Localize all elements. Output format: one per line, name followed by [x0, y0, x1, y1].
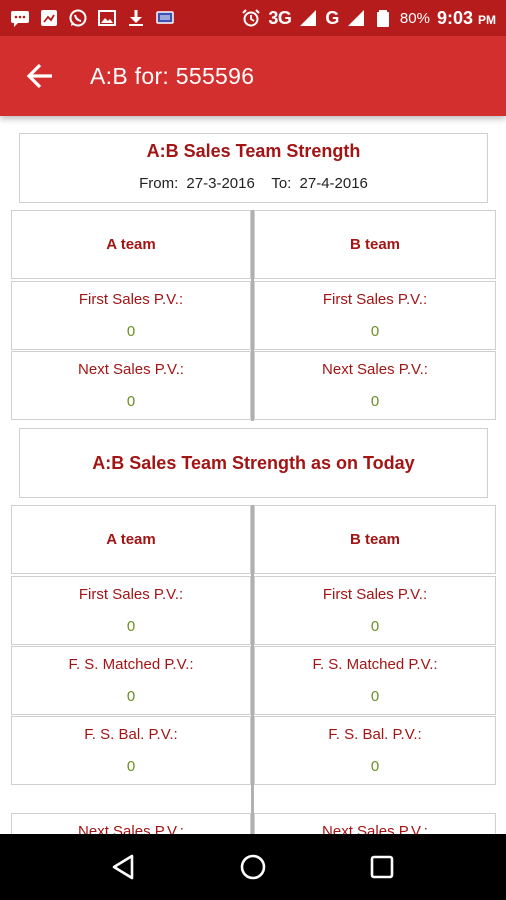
table-cell: F. S. Bal. P.V.: 0: [254, 716, 496, 785]
signal-icon: [346, 9, 366, 27]
metric-label: F. S. Matched P.V.:: [312, 656, 438, 673]
b-team-header: B team: [254, 505, 496, 574]
section2-table: A team B team First Sales P.V.: 0 First …: [11, 505, 496, 834]
metric-value: 0: [370, 758, 380, 775]
table-cell: F. S. Matched P.V.: 0: [11, 646, 251, 715]
metric-label: Next Sales P.V.:: [322, 823, 428, 834]
metric-value: 0: [126, 618, 136, 635]
metric-label: Next Sales P.V.:: [78, 823, 184, 834]
notification-icons: [10, 9, 175, 27]
to-date: 27-4-2016: [299, 175, 368, 192]
a-team-header: A team: [11, 505, 251, 574]
clock-ampm: PM: [478, 12, 496, 27]
metric-value: 0: [370, 618, 380, 635]
back-button[interactable]: [20, 56, 60, 96]
page-title: A:B for: 555596: [90, 62, 255, 89]
metric-value: 0: [370, 393, 380, 410]
clock: 9:03 PM: [437, 8, 496, 29]
table-cell: First Sales P.V.: 0: [11, 576, 251, 645]
nav-home-icon: [240, 854, 266, 880]
nav-back-icon: [113, 854, 134, 880]
metric-label: F. S. Matched P.V.:: [68, 656, 194, 673]
download-icon: [126, 9, 146, 27]
section2-header: A:B Sales Team Strength as on Today: [19, 428, 488, 498]
system-indicators: 3G G 80% 9:03 PM: [241, 8, 496, 29]
network-g-label: G: [325, 7, 339, 28]
from-date: 27-3-2016: [186, 175, 255, 192]
table-cell: First Sales P.V.: 0: [254, 576, 496, 645]
b-team-header: B team: [254, 210, 496, 279]
metric-label: F. S. Bal. P.V.:: [328, 726, 422, 743]
clock-time: 9:03: [436, 7, 473, 28]
from-label: From:: [139, 175, 179, 192]
signal-icon: [298, 9, 318, 27]
navigation-bar: [0, 834, 506, 900]
battery-icon: [373, 9, 393, 27]
alarm-icon: [241, 9, 261, 27]
nav-recents-button[interactable]: [362, 847, 402, 887]
section2-title: A:B Sales Team Strength as on Today: [92, 453, 415, 473]
image-icon: [39, 9, 59, 27]
section1-title: A:B Sales Team Strength: [146, 141, 361, 161]
cast-icon: [155, 9, 175, 27]
nav-home-button[interactable]: [233, 847, 273, 887]
whatsapp-icon: [68, 9, 88, 27]
network-3g-label: 3G: [268, 7, 292, 28]
table-cell: F. S. Bal. P.V.: 0: [11, 716, 251, 785]
section1-header: A:B Sales Team Strength From: 27-3-2016 …: [19, 133, 488, 203]
metric-label: Next Sales P.V.:: [322, 361, 428, 378]
table-cell: First Sales P.V.: 0: [254, 281, 496, 350]
metric-value: 0: [370, 688, 380, 705]
metric-value: 0: [370, 323, 380, 340]
app-bar: A:B for: 555596: [0, 36, 506, 116]
metric-value: 0: [126, 393, 136, 410]
a-team-label: A team: [106, 236, 156, 253]
a-team-label: A team: [106, 531, 156, 548]
metric-label: Next Sales P.V.:: [78, 361, 184, 378]
nav-back-button[interactable]: [104, 847, 144, 887]
b-team-label: B team: [349, 531, 401, 548]
status-bar: 3G G 80% 9:03 PM: [0, 0, 506, 36]
date-range: From: 27-3-2016 To: 27-4-2016: [20, 175, 487, 192]
table-cell: F. S. Matched P.V.: 0: [254, 646, 496, 715]
b-team-label: B team: [349, 236, 401, 253]
metric-label: First Sales P.V.:: [322, 291, 428, 308]
metric-label: First Sales P.V.:: [322, 586, 428, 603]
message-icon: [10, 9, 30, 27]
metric-label: F. S. Bal. P.V.:: [84, 726, 178, 743]
table-cell: Next Sales P.V.:: [254, 813, 496, 834]
section1-table: A team B team First Sales P.V.: 0 First …: [11, 210, 496, 421]
metric-value: 0: [126, 323, 136, 340]
a-team-header: A team: [11, 210, 251, 279]
table-cell: Next Sales P.V.:: [11, 813, 251, 834]
metric-label: First Sales P.V.:: [78, 586, 184, 603]
battery-percentage: 80%: [399, 9, 430, 27]
metric-value: 0: [126, 758, 136, 775]
metric-label: First Sales P.V.:: [78, 291, 184, 308]
gallery-icon: [97, 9, 117, 27]
table-cell: Next Sales P.V.: 0: [11, 351, 251, 420]
main-content: A:B Sales Team Strength From: 27-3-2016 …: [0, 116, 506, 834]
nav-recents-icon: [370, 855, 393, 879]
table-cell: First Sales P.V.: 0: [11, 281, 251, 350]
back-arrow-icon: [26, 63, 52, 89]
to-label: To:: [271, 175, 292, 192]
table-cell: Next Sales P.V.: 0: [254, 351, 496, 420]
metric-value: 0: [126, 688, 136, 705]
